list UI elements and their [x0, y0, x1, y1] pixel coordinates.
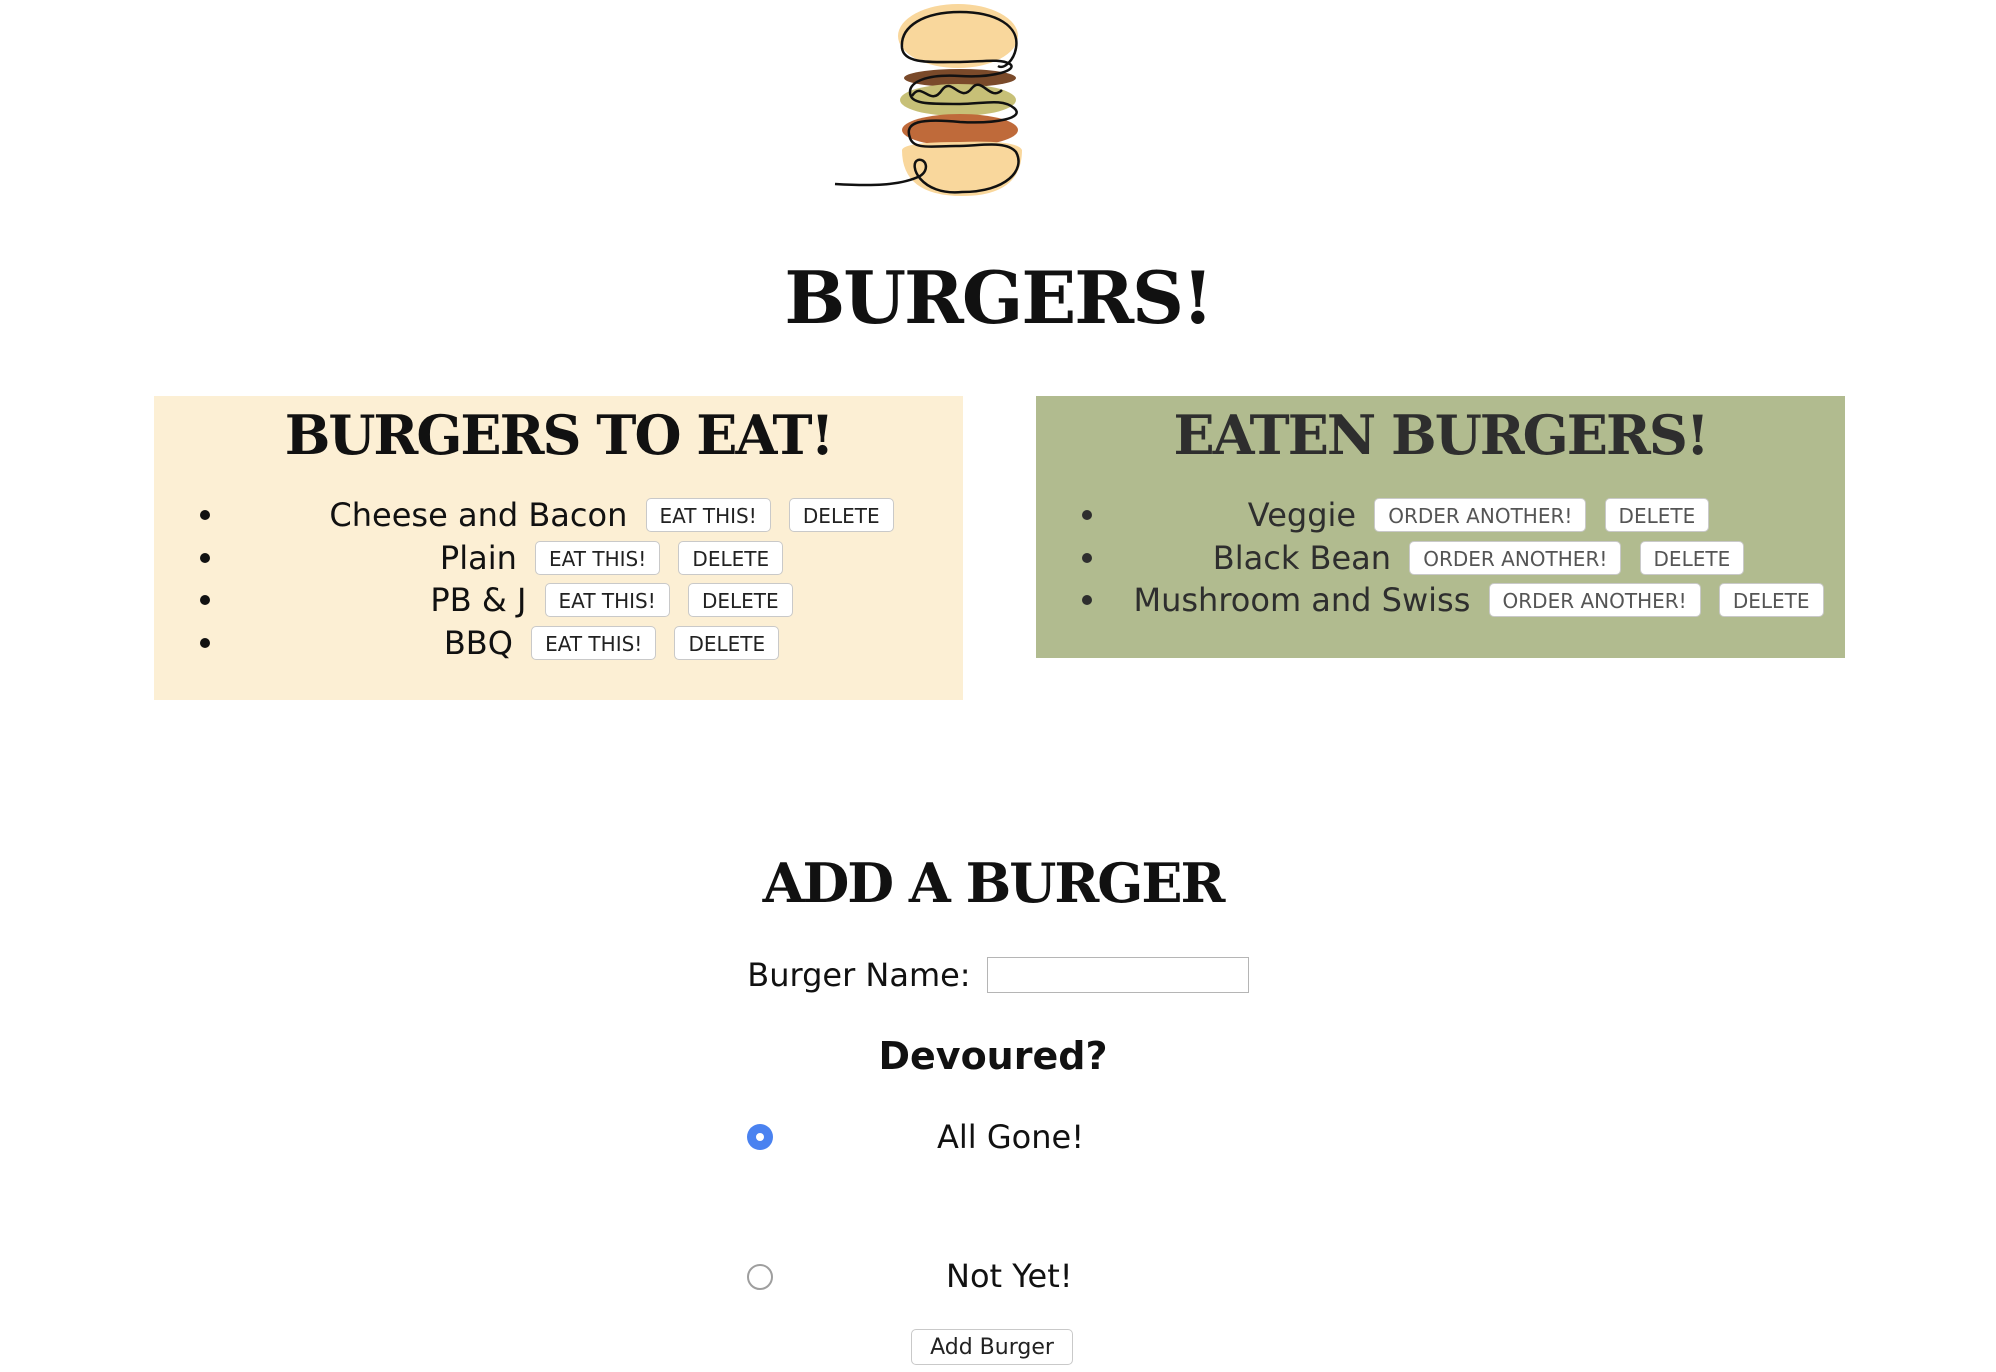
list-item: Black Bean ORDER ANOTHER! DELETE	[1036, 535, 1845, 578]
burger-name-row: Burger Name:	[0, 953, 1996, 995]
list-item: Cheese and Bacon EAT THIS! DELETE	[154, 492, 963, 535]
eaten-burgers-heading: EATEN BURGERS!	[1173, 403, 1709, 467]
add-burger-button[interactable]: Add Burger	[911, 1329, 1073, 1365]
eat-this-button[interactable]: EAT THIS!	[535, 540, 661, 575]
burgers-to-eat-heading: BURGERS TO EAT!	[284, 403, 835, 467]
burger-name: Cheese and Bacon	[329, 496, 628, 534]
delete-button[interactable]: DELETE	[1639, 540, 1745, 575]
burgers-to-eat-list: Cheese and Bacon EAT THIS! DELETE Plain …	[154, 492, 963, 662]
bullet-icon	[1082, 552, 1092, 563]
eat-this-button[interactable]: EAT THIS!	[544, 583, 670, 617]
burger-name: Plain	[439, 538, 517, 577]
eat-this-button[interactable]: EAT THIS!	[531, 625, 657, 660]
delete-button[interactable]: DELETE	[687, 583, 793, 617]
delete-button[interactable]: DELETE	[1604, 498, 1710, 532]
not-yet-radio[interactable]	[747, 1264, 773, 1290]
eaten-burgers-panel: EATEN BURGERS! Veggie ORDER ANOTHER! DEL…	[1036, 396, 1845, 658]
eaten-burgers-list: Veggie ORDER ANOTHER! DELETE Black Bean …	[1036, 492, 1845, 620]
add-burger-heading: ADD A BURGER	[762, 851, 1226, 915]
burgers-to-eat-panel: BURGERS TO EAT! Cheese and Bacon EAT THI…	[154, 396, 963, 700]
burger-name: PB & J	[430, 581, 527, 619]
bullet-icon	[200, 510, 210, 520]
bullet-icon	[1082, 595, 1092, 605]
all-gone-label: All Gone!	[937, 1118, 1085, 1156]
bullet-icon	[200, 595, 210, 605]
delete-button[interactable]: DELETE	[674, 625, 780, 660]
burger-logo-icon	[834, 4, 1022, 196]
burger-name: Veggie	[1247, 496, 1357, 534]
order-another-button[interactable]: ORDER ANOTHER!	[1409, 540, 1622, 575]
devoured-label: Devoured?	[878, 1034, 1108, 1078]
bullet-icon	[1082, 510, 1092, 520]
list-item: Plain EAT THIS! DELETE	[154, 535, 963, 578]
order-another-button[interactable]: ORDER ANOTHER!	[1374, 498, 1587, 532]
order-another-button[interactable]: ORDER ANOTHER!	[1488, 583, 1701, 617]
all-gone-radio[interactable]	[747, 1124, 773, 1150]
eat-this-button[interactable]: EAT THIS!	[645, 498, 771, 532]
list-item: PB & J EAT THIS! DELETE	[154, 577, 963, 620]
burger-name: BBQ	[443, 623, 513, 662]
bullet-icon	[200, 552, 210, 563]
delete-button[interactable]: DELETE	[678, 540, 784, 575]
burger-name: Mushroom and Swiss	[1133, 581, 1471, 619]
burger-name-input[interactable]	[986, 957, 1249, 993]
delete-button[interactable]: DELETE	[1718, 583, 1824, 617]
not-yet-label: Not Yet!	[946, 1257, 1073, 1295]
delete-button[interactable]: DELETE	[788, 498, 894, 532]
burger-name-label: Burger Name:	[747, 956, 971, 994]
list-item: Veggie ORDER ANOTHER! DELETE	[1036, 492, 1845, 535]
list-item: Mushroom and Swiss ORDER ANOTHER! DELETE	[1036, 577, 1845, 620]
burger-name: Black Bean	[1212, 538, 1392, 577]
page-title: BURGERS!	[784, 255, 1213, 340]
list-item: BBQ EAT THIS! DELETE	[154, 620, 963, 663]
bullet-icon	[200, 637, 210, 648]
